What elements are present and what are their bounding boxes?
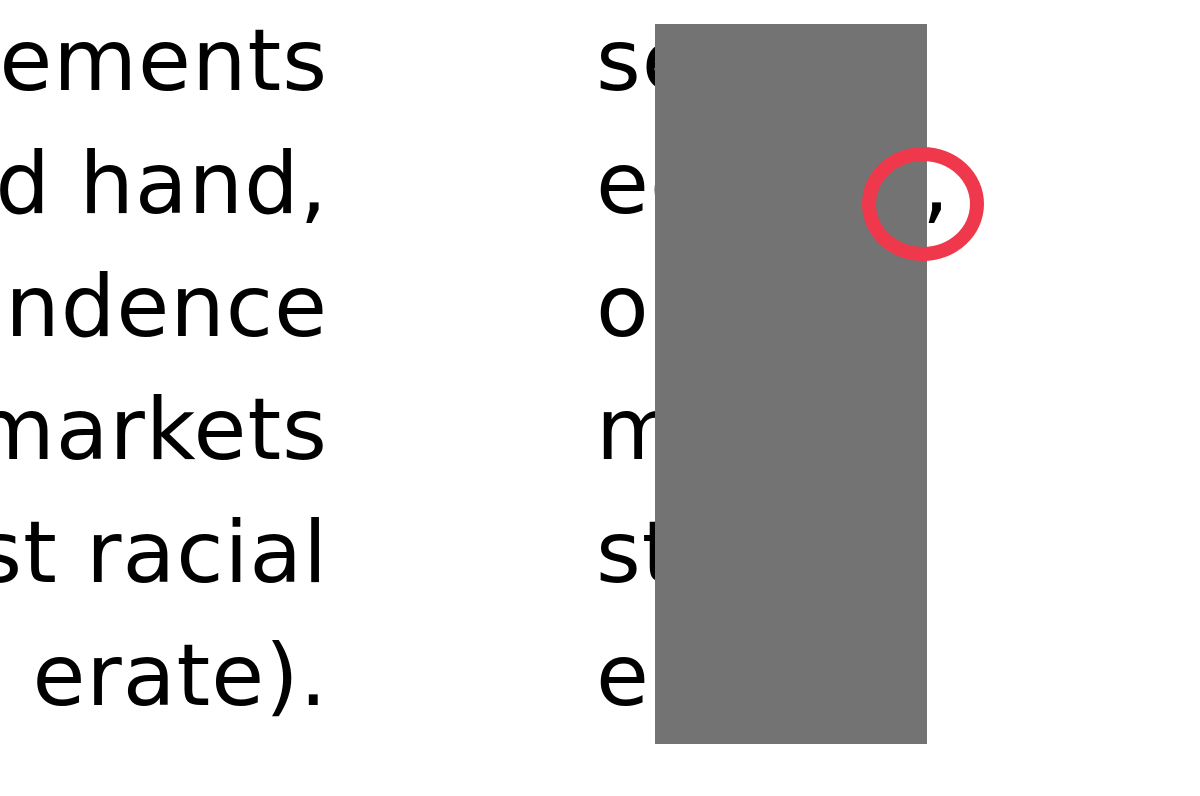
redaction-block (655, 24, 927, 744)
left-line-1: sements (0, 11, 328, 111)
left-line-3: ondence (0, 257, 328, 357)
left-line-4: markets (0, 380, 328, 480)
left-line-2: ed hand, (0, 134, 328, 234)
left-line-6: erate). (32, 626, 328, 726)
highlight-circle (862, 147, 984, 261)
left-line-5: st racial (0, 503, 328, 603)
